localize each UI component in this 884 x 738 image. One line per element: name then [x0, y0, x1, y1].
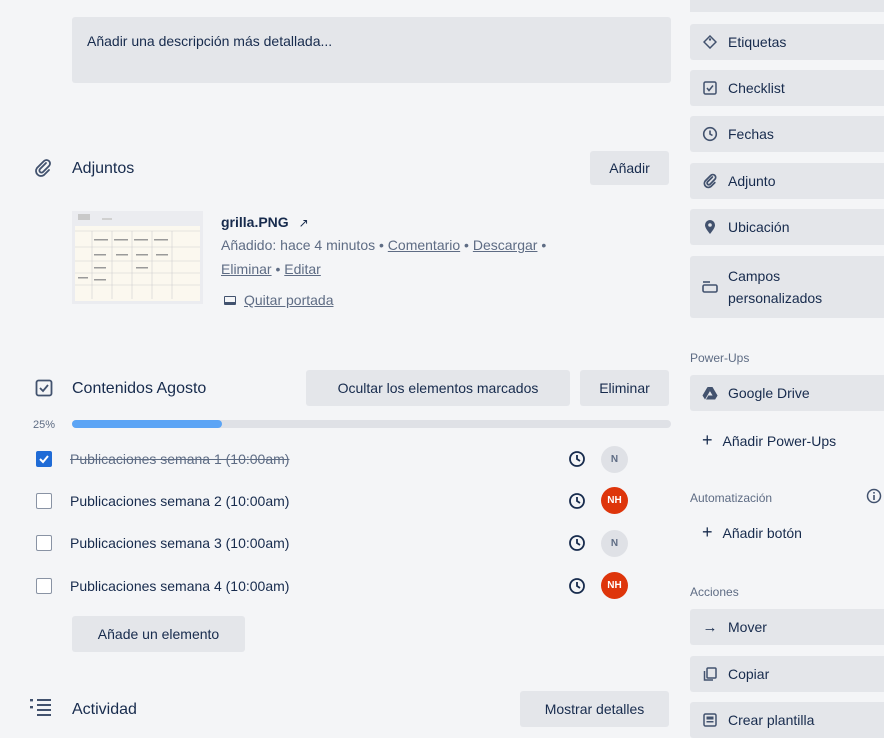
due-date-clock-icon[interactable]: [568, 492, 588, 512]
custom-fields-icon: [702, 279, 718, 295]
show-details-button[interactable]: Mostrar detalles: [520, 691, 669, 727]
sidebar-item-custom-fields[interactable]: Campos personalizados: [690, 256, 884, 318]
clock-icon: [702, 126, 718, 142]
checklist-icon: [702, 80, 718, 96]
copy-label: Copiar: [728, 666, 770, 682]
due-date-clock-icon[interactable]: [568, 450, 588, 470]
hide-checked-items-button[interactable]: Ocultar los elementos marcados: [306, 370, 570, 406]
checklist-item[interactable]: Publicaciones semana 3 (10:00am): [36, 531, 289, 555]
comment-link[interactable]: Comentario: [388, 237, 460, 253]
attachment-name: grilla.PNG: [221, 214, 289, 230]
delete-checklist-button[interactable]: Eliminar: [580, 370, 669, 406]
copy-button[interactable]: Copiar: [690, 656, 884, 692]
description-placeholder: Añadir una descripción más detallada...: [87, 33, 333, 49]
attachment-added-text: Añadido: hace 4 minutos •: [221, 237, 388, 253]
progress-percent: 25%: [33, 419, 56, 431]
checklist-item-text: Publicaciones semana 2 (10:00am): [70, 493, 290, 509]
sidebar-item-dates[interactable]: Fechas: [690, 116, 884, 152]
plus-icon: +: [702, 522, 713, 542]
attachment-thumbnail[interactable]: [72, 211, 203, 304]
google-drive-button[interactable]: Google Drive: [690, 375, 884, 411]
sidebar-item-label: Checklist: [728, 80, 785, 96]
delete-attachment-link[interactable]: Eliminar: [221, 261, 272, 277]
external-link-icon: ↗: [298, 216, 309, 230]
checkbox-unchecked[interactable]: [36, 493, 52, 509]
add-button-label: Añadir botón: [722, 524, 802, 541]
due-date-clock-icon[interactable]: [568, 534, 588, 554]
avatar[interactable]: N: [601, 530, 628, 557]
location-pin-icon: [702, 219, 718, 235]
create-template-button[interactable]: Crear plantilla: [690, 702, 884, 738]
checklist-item[interactable]: Publicaciones semana 4 (10:00am): [36, 574, 289, 598]
powerups-label: Power-Ups: [690, 351, 750, 365]
sidebar-item-checklist[interactable]: Checklist: [690, 70, 884, 106]
automation-label: Automatización: [690, 491, 773, 505]
meta-separator: •: [271, 261, 285, 277]
attachments-title: Adjuntos: [72, 160, 135, 177]
sidebar-item-label: Etiquetas: [728, 34, 787, 50]
avatar[interactable]: NH: [601, 487, 628, 514]
checklist-progress-bar: [72, 420, 671, 428]
checklist-title: Contenidos Agosto: [72, 380, 207, 397]
add-attachment-button[interactable]: Añadir: [590, 151, 669, 185]
attachment-meta-line-2: Eliminar • Editar: [221, 261, 321, 277]
attachment-meta-line-1: Añadido: hace 4 minutos • Comentario • D…: [221, 237, 546, 253]
tag-icon: [702, 34, 718, 50]
meta-separator: •: [460, 237, 473, 253]
remove-cover-label: Quitar portada: [244, 292, 334, 308]
paperclip-icon: [33, 158, 53, 183]
google-drive-icon: [702, 385, 718, 401]
sidebar-item-label: Ubicación: [728, 219, 790, 235]
checkbox-unchecked[interactable]: [36, 535, 52, 551]
move-label: Mover: [728, 619, 767, 635]
add-checklist-item-button[interactable]: Añade un elemento: [72, 616, 245, 652]
attachment-file-name[interactable]: grilla.PNG ↗: [221, 214, 309, 230]
sidebar-item-attachment[interactable]: Adjunto: [690, 163, 884, 199]
paperclip-icon: [702, 173, 718, 189]
info-icon[interactable]: [866, 488, 882, 509]
card-cover-icon: [224, 295, 236, 305]
checklist-item-text: Publicaciones semana 4 (10:00am): [70, 578, 290, 594]
arrow-right-icon: →: [702, 618, 718, 636]
copy-icon: [702, 666, 718, 682]
checklist-item-text: Publicaciones semana 3 (10:00am): [70, 535, 290, 551]
actions-label: Acciones: [690, 585, 739, 599]
checkbox-unchecked[interactable]: [36, 578, 52, 594]
meta-separator: •: [537, 237, 547, 253]
description-editor[interactable]: Añadir una descripción más detallada...: [72, 17, 671, 83]
sidebar-item-label: Adjunto: [728, 173, 776, 189]
sidebar-item-label: Fechas: [728, 126, 774, 142]
template-icon: [702, 712, 718, 728]
avatar[interactable]: N: [601, 446, 628, 473]
checklist-icon: [35, 379, 53, 402]
add-powerups-button[interactable]: + Añadir Power-Ups: [702, 430, 836, 451]
create-template-label: Crear plantilla: [728, 712, 815, 728]
sidebar-item-labels[interactable]: Etiquetas: [690, 24, 884, 60]
sidebar-item-top-partial[interactable]: [690, 0, 884, 12]
due-date-clock-icon[interactable]: [568, 577, 588, 597]
remove-cover-link[interactable]: Quitar portada: [224, 292, 334, 308]
checklist-progress-fill: [72, 420, 222, 428]
activity-list-icon: [30, 698, 52, 721]
sidebar-item-location[interactable]: Ubicación: [690, 209, 884, 245]
sidebar-item-label: Campos personalizados: [728, 268, 823, 306]
add-powerups-label: Añadir Power-Ups: [722, 432, 837, 449]
checklist-item[interactable]: Publicaciones semana 2 (10:00am): [36, 489, 289, 513]
add-button-button[interactable]: + Añadir botón: [702, 522, 802, 543]
plus-icon: +: [702, 430, 713, 450]
edit-attachment-link[interactable]: Editar: [284, 261, 321, 277]
avatar[interactable]: NH: [601, 572, 628, 599]
checkbox-checked[interactable]: [36, 451, 52, 467]
google-drive-label: Google Drive: [728, 385, 810, 401]
checklist-item[interactable]: Publicaciones semana 1 (10:00am): [36, 447, 289, 471]
download-link[interactable]: Descargar: [473, 237, 538, 253]
activity-title: Actividad: [72, 701, 137, 718]
checklist-item-text: Publicaciones semana 1 (10:00am): [70, 451, 290, 467]
move-button[interactable]: → Mover: [690, 609, 884, 645]
